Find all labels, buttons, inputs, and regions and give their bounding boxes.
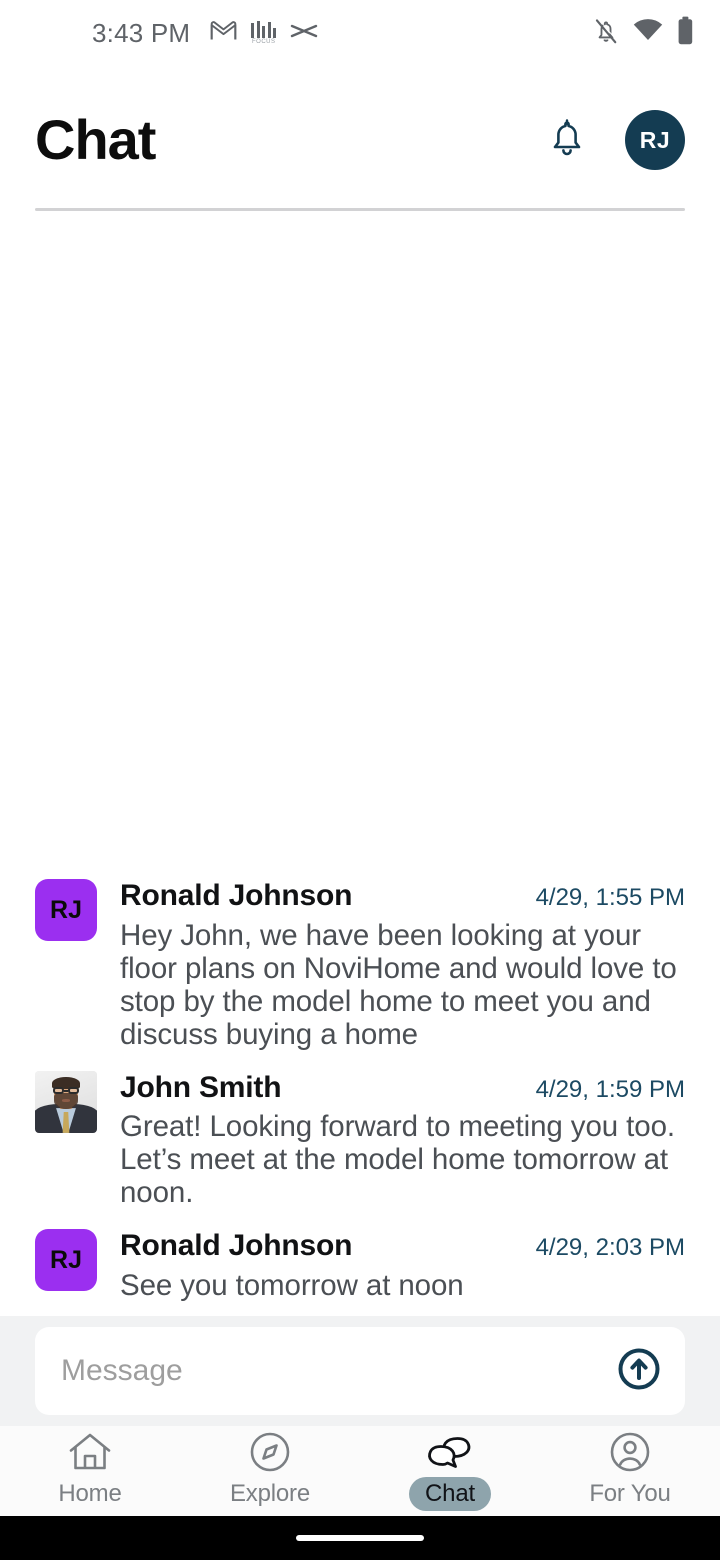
message-text: Hey John, we have been looking at your f… bbox=[120, 918, 677, 1051]
zigzag-icon bbox=[290, 22, 318, 45]
nav-label-explore: Explore bbox=[230, 1480, 310, 1507]
gesture-pill[interactable] bbox=[296, 1535, 424, 1541]
notifications-off-icon bbox=[593, 17, 619, 50]
message-timestamp: 4/29, 2:03 PM bbox=[535, 1234, 685, 1262]
nav-label-chat: Chat bbox=[409, 1477, 491, 1511]
nav-label-for-you: For You bbox=[589, 1480, 671, 1507]
status-bar-time: 3:43 PM bbox=[92, 17, 191, 48]
notifications-button[interactable] bbox=[543, 116, 591, 164]
compass-icon bbox=[248, 1430, 292, 1474]
nav-label-home: Home bbox=[58, 1480, 122, 1507]
message-input-container[interactable] bbox=[35, 1327, 685, 1415]
send-button[interactable] bbox=[615, 1347, 663, 1395]
message-header: Ronald Johnson 4/29, 2:03 PM bbox=[120, 1227, 685, 1265]
message-text: See you tomorrow at noon bbox=[120, 1268, 464, 1302]
status-bar-notification-icons: FOCUS bbox=[210, 20, 318, 46]
message-composer bbox=[0, 1316, 720, 1426]
message-item[interactable]: John Smith 4/29, 1:59 PM Great! Looking … bbox=[35, 1069, 685, 1210]
nav-item-chat[interactable]: Chat bbox=[360, 1430, 540, 1511]
message-sender: Ronald Johnson bbox=[120, 1229, 353, 1263]
message-body: Ronald Johnson 4/29, 1:55 PM Hey John, w… bbox=[97, 877, 685, 1051]
header-actions: RJ bbox=[543, 110, 685, 170]
message-item[interactable]: RJ Ronald Johnson 4/29, 2:03 PM See you … bbox=[35, 1227, 685, 1302]
message-body: Ronald Johnson 4/29, 2:03 PM See you tom… bbox=[97, 1227, 685, 1302]
battery-icon bbox=[677, 16, 694, 50]
focus-icon: FOCUS bbox=[251, 21, 277, 45]
message-timestamp: 4/29, 1:55 PM bbox=[535, 884, 685, 912]
message-avatar: RJ bbox=[35, 1229, 97, 1292]
message-list[interactable]: RJ Ronald Johnson 4/29, 1:55 PM Hey John… bbox=[0, 248, 720, 1316]
status-bar-system-icons bbox=[593, 16, 694, 50]
person-circle-icon bbox=[608, 1430, 652, 1474]
message-sender: Ronald Johnson bbox=[120, 879, 353, 913]
focus-icon-label: FOCUS bbox=[251, 39, 276, 45]
nav-item-for-you[interactable]: For You bbox=[540, 1430, 720, 1511]
page-title: Chat bbox=[35, 108, 156, 171]
avatar[interactable]: RJ bbox=[625, 110, 685, 170]
bottom-navigation: Home Explore Chat For You bbox=[0, 1426, 720, 1516]
system-gesture-bar bbox=[0, 1516, 720, 1560]
message-input[interactable] bbox=[61, 1354, 615, 1388]
message-text: Great! Looking forward to meeting you to… bbox=[120, 1110, 675, 1210]
nav-item-home[interactable]: Home bbox=[0, 1430, 180, 1511]
nav-item-explore[interactable]: Explore bbox=[180, 1430, 360, 1511]
gmail-icon bbox=[210, 20, 237, 46]
message-timestamp: 4/29, 1:59 PM bbox=[535, 1075, 685, 1103]
app-header: Chat RJ bbox=[0, 66, 720, 186]
wifi-icon bbox=[633, 19, 663, 47]
message-header: Ronald Johnson 4/29, 1:55 PM bbox=[120, 877, 685, 915]
status-bar: 3:43 PM FOCUS bbox=[0, 0, 720, 66]
chat-bubbles-icon bbox=[424, 1430, 476, 1474]
message-header: John Smith 4/29, 1:59 PM bbox=[120, 1069, 685, 1107]
message-item[interactable]: RJ Ronald Johnson 4/29, 1:55 PM Hey John… bbox=[35, 877, 685, 1051]
header-divider bbox=[35, 208, 685, 211]
message-body: John Smith 4/29, 1:59 PM Great! Looking … bbox=[97, 1069, 685, 1210]
message-avatar: RJ bbox=[35, 879, 97, 942]
home-icon bbox=[67, 1430, 113, 1474]
message-sender: John Smith bbox=[120, 1070, 282, 1104]
send-arrow-up-icon bbox=[616, 1346, 662, 1397]
bell-icon bbox=[545, 115, 589, 166]
message-avatar-photo bbox=[35, 1070, 97, 1133]
